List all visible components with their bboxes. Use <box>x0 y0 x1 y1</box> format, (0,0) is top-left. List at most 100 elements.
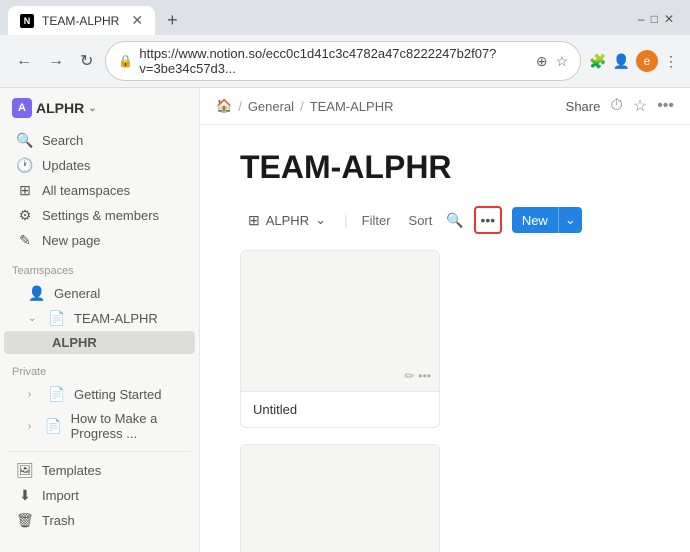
sidebar-item-getting-started[interactable]: › 📄 Getting Started <box>4 382 195 407</box>
window-minimize[interactable]: – <box>638 12 645 26</box>
gallery-icon: ⊞ <box>248 212 260 229</box>
general-icon: 👤 <box>28 285 46 302</box>
sidebar-general-label: General <box>54 286 100 301</box>
cast-icon[interactable]: ⊕ <box>536 53 548 70</box>
view-chevron: ⌄ <box>315 212 326 228</box>
sidebar-alphr-label: ALPHR <box>52 335 97 350</box>
sidebar-item-new-page[interactable]: ✎ New page <box>4 228 195 253</box>
getting-started-icon: 📄 <box>48 386 66 403</box>
import-icon: ⬇ <box>16 487 34 504</box>
user-avatar[interactable]: e <box>636 50 658 72</box>
sidebar-item-all-teamspaces[interactable]: ⊞ All teamspaces <box>4 178 195 203</box>
back-button[interactable]: ← <box>12 50 36 72</box>
url-actions: ⊕ ☆ <box>536 53 568 70</box>
breadcrumb-general[interactable]: General <box>248 99 294 114</box>
sidebar-item-import[interactable]: ⬇ Import <box>4 483 195 508</box>
page-title: TEAM-ALPHR <box>240 149 650 186</box>
history-icon[interactable]: ⏱ <box>610 97 622 115</box>
view-selector[interactable]: ⊞ ALPHR ⌄ <box>240 208 334 233</box>
team-alphr-icon: 📄 <box>48 310 66 327</box>
bookmark-icon[interactable]: ☆ <box>556 53 569 70</box>
new-button-label: New <box>512 208 558 233</box>
sidebar-item-updates[interactable]: 🕐 Updates <box>4 153 195 178</box>
sidebar-templates-label: Templates <box>42 463 101 478</box>
sidebar-item-search[interactable]: 🔍 Search <box>4 128 195 153</box>
updates-icon: 🕐 <box>16 157 34 174</box>
edit-icon: ✏ <box>404 369 414 383</box>
tab-close-button[interactable]: ✕ <box>131 12 143 29</box>
sidebar-teamspaces-label: All teamspaces <box>42 183 130 198</box>
sidebar-item-how-to[interactable]: › 📄 How to Make a Progress ... <box>4 407 195 445</box>
sidebar-item-alphr[interactable]: ALPHR <box>4 331 195 354</box>
filter-button[interactable]: Filter <box>358 211 395 230</box>
toolbar-divider: | <box>344 212 348 228</box>
active-tab: N TEAM-ALPHR ✕ <box>8 6 155 35</box>
window-close[interactable]: ✕ <box>664 12 674 26</box>
refresh-button[interactable]: ↻ <box>76 49 97 73</box>
view-name: ALPHR <box>266 213 309 228</box>
expand-icon2: › <box>28 421 37 432</box>
share-button[interactable]: Share <box>566 99 601 114</box>
workspace-avatar: A <box>12 98 32 118</box>
sidebar-divider <box>8 451 191 452</box>
teamspaces-section-label: Teamspaces <box>0 253 199 281</box>
sidebar-item-team-alphr[interactable]: ⌄ 📄 TEAM-ALPHR <box>4 306 195 331</box>
card-title-untitled: Untitled <box>241 391 439 427</box>
tab-favicon: N <box>20 14 34 28</box>
card-icons: ✏ ••• <box>404 369 431 383</box>
sidebar-item-general[interactable]: 👤 General <box>4 281 195 306</box>
breadcrumb-sep2: / <box>300 99 304 114</box>
sidebar-team-alphr-label: TEAM-ALPHR <box>74 311 158 326</box>
forward-button[interactable]: → <box>44 50 68 72</box>
breadcrumb-current[interactable]: TEAM-ALPHR <box>310 99 394 114</box>
top-bar: 🏠 / General / TEAM-ALPHR Share ⏱ ☆ ••• <box>200 88 690 125</box>
gallery-grid: ✏ ••• Untitled Editing Your Gallery View… <box>240 250 650 552</box>
sidebar-updates-label: Updates <box>42 158 90 173</box>
sidebar-settings-label: Settings & members <box>42 208 159 223</box>
new-tab-button[interactable]: + <box>159 6 186 35</box>
search-icon: 🔍 <box>16 132 34 149</box>
new-button[interactable]: New ⌄ <box>512 207 582 233</box>
gallery-card-untitled[interactable]: ✏ ••• Untitled <box>240 250 440 428</box>
url-bar[interactable]: 🔒 https://www.notion.so/ecc0c1d41c3c4782… <box>105 41 581 81</box>
expand-icon: › <box>28 389 40 400</box>
lock-icon: 🔒 <box>118 54 133 68</box>
search-button[interactable]: 🔍 <box>446 212 463 229</box>
breadcrumb: 🏠 / General / TEAM-ALPHR <box>216 98 393 114</box>
breadcrumb-home-icon[interactable]: 🏠 <box>216 98 232 114</box>
url-text: https://www.notion.so/ecc0c1d41c3c4782a4… <box>139 46 529 76</box>
more-dots-icon: ••• <box>480 212 495 228</box>
card-preview-editing <box>241 445 439 552</box>
sort-button[interactable]: Sort <box>405 211 437 230</box>
card-preview-untitled: ✏ ••• <box>241 251 439 391</box>
profile-icon[interactable]: 👤 <box>613 53 630 70</box>
trash-icon: 🗑 <box>16 512 34 529</box>
main-content: 🏠 / General / TEAM-ALPHR Share ⏱ ☆ ••• T… <box>200 88 690 552</box>
puzzle-icon[interactable]: 🧩 <box>589 53 606 70</box>
teamspaces-icon: ⊞ <box>16 182 34 199</box>
breadcrumb-sep1: / <box>238 99 242 114</box>
how-to-icon: 📄 <box>45 418 63 435</box>
menu-icon[interactable]: ⋮ <box>664 53 678 70</box>
sidebar-item-trash[interactable]: 🗑 Trash <box>4 508 195 533</box>
more-button[interactable]: ••• <box>474 206 502 234</box>
workspace-chevron: ⌄ <box>88 103 96 114</box>
sidebar-import-label: Import <box>42 488 79 503</box>
sidebar: A ALPHR ⌄ 🔍 Search 🕐 Updates ⊞ All teams… <box>0 88 200 552</box>
templates-icon: 🖼 <box>16 462 34 479</box>
gallery-toolbar: ⊞ ALPHR ⌄ | Filter Sort 🔍 ••• New ⌄ <box>240 206 650 234</box>
sidebar-search-label: Search <box>42 133 83 148</box>
gallery-card-editing[interactable]: Editing Your Gallery View Properties ? <box>240 444 440 552</box>
new-button-chevron[interactable]: ⌄ <box>558 207 582 233</box>
favorite-icon[interactable]: ☆ <box>633 96 647 116</box>
sidebar-item-settings[interactable]: ⚙ Settings & members <box>4 203 195 228</box>
new-page-icon: ✎ <box>16 232 34 249</box>
sidebar-item-templates[interactable]: 🖼 Templates <box>4 458 195 483</box>
more-options-icon[interactable]: ••• <box>657 97 674 115</box>
chevron-icon: ⌄ <box>28 313 40 324</box>
workspace-name[interactable]: A ALPHR ⌄ <box>12 98 97 118</box>
window-maximize[interactable]: □ <box>651 12 658 26</box>
sidebar-new-page-label: New page <box>42 233 101 248</box>
private-section-label: Private <box>0 354 199 382</box>
sidebar-trash-label: Trash <box>42 513 75 528</box>
